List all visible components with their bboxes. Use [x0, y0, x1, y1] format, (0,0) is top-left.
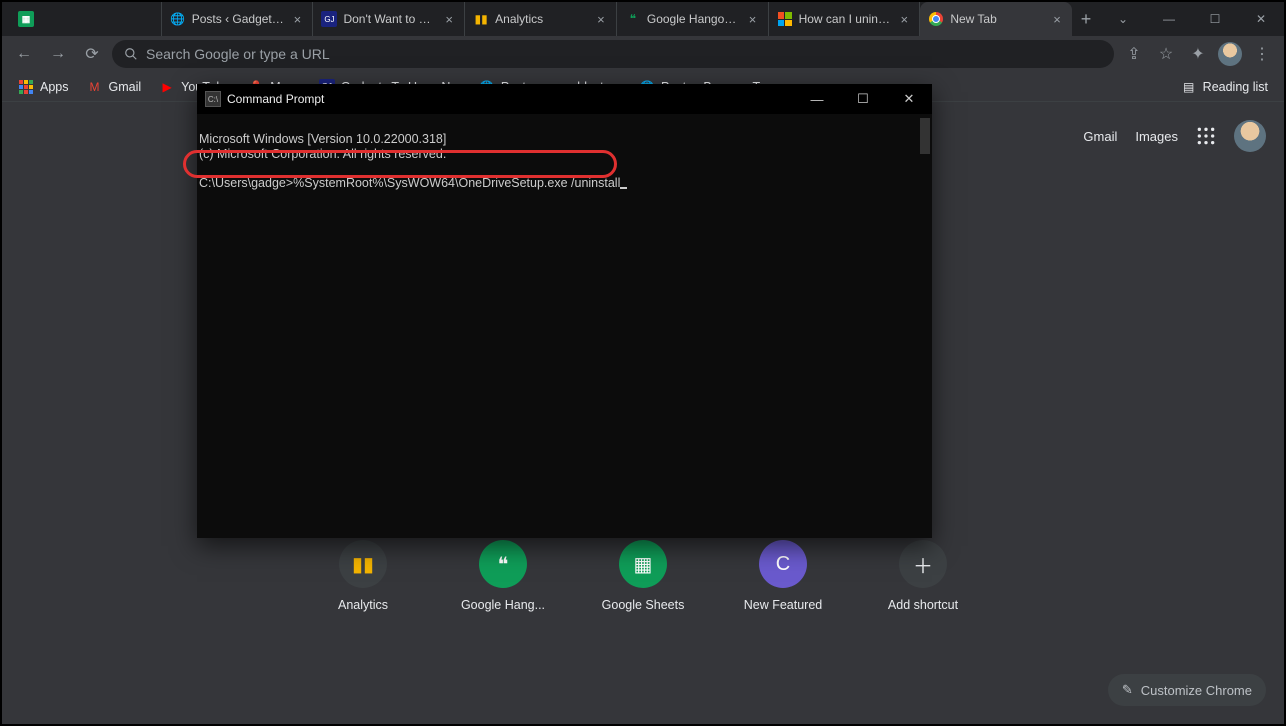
shortcut-label: Analytics	[338, 598, 388, 612]
cmd-close-button[interactable]: ✕	[886, 84, 932, 114]
pencil-icon: ✎	[1122, 682, 1133, 698]
reload-button[interactable]: ⟳	[78, 40, 106, 68]
back-button[interactable]: ←	[10, 40, 38, 68]
tab-title: Google Hangouts	[647, 12, 740, 26]
tab-title: Don't Want to See YouTu	[343, 12, 436, 26]
bookmark-label: Apps	[40, 80, 69, 94]
cmd-scrollbar[interactable]	[920, 118, 930, 154]
chrome-icon	[928, 11, 944, 27]
reading-list[interactable]: ▤ Reading list	[1173, 75, 1276, 99]
annotation-highlight	[183, 150, 617, 178]
google-apps-icon[interactable]	[1196, 126, 1216, 146]
cmd-minimize-button[interactable]: ―	[794, 84, 840, 114]
shortcut-label: Google Sheets	[602, 598, 685, 612]
gtu-icon: GJ	[321, 11, 337, 27]
tab-title: Posts ‹ Gadgets To Use —	[192, 12, 285, 26]
tab-title: New Tab	[950, 12, 1044, 26]
extensions-icon[interactable]: ✦	[1184, 40, 1212, 68]
share-icon[interactable]: ⇪	[1120, 40, 1148, 68]
tab-analytics[interactable]: ▮▮ Analytics ×	[465, 2, 617, 36]
bookmark-gmail[interactable]: M Gmail	[79, 75, 150, 99]
circle-icon: C	[759, 540, 807, 588]
youtube-icon: ▶	[159, 79, 175, 95]
tab-close-icon[interactable]: ×	[746, 12, 760, 26]
hangouts-icon: ❝	[625, 11, 641, 27]
gmail-icon: M	[87, 79, 103, 95]
profile-avatar[interactable]	[1216, 40, 1244, 68]
analytics-icon: ▮▮	[339, 540, 387, 588]
tab-new-tab[interactable]: New Tab ×	[920, 2, 1072, 36]
account-avatar[interactable]	[1234, 120, 1266, 152]
shortcut-analytics[interactable]: ▮▮ Analytics	[317, 540, 409, 612]
search-icon	[124, 47, 138, 61]
tab-hangouts[interactable]: ❝ Google Hangouts ×	[617, 2, 769, 36]
customize-label: Customize Chrome	[1141, 683, 1252, 698]
globe-icon: 🌐	[170, 11, 186, 27]
cmd-body[interactable]: Microsoft Windows [Version 10.0.22000.31…	[197, 114, 932, 538]
tab-posts-gtu[interactable]: 🌐 Posts ‹ Gadgets To Use — ×	[162, 2, 314, 36]
cmd-title: Command Prompt	[227, 92, 324, 106]
omnibox-placeholder: Search Google or type a URL	[146, 46, 330, 62]
forward-button[interactable]: →	[44, 40, 72, 68]
tab-close-icon[interactable]: ×	[897, 12, 911, 26]
tab-sheets[interactable]: ▦	[10, 2, 162, 36]
hangouts-icon: ❝	[479, 540, 527, 588]
ntp-top-right: Gmail Images	[1083, 120, 1266, 152]
cmd-line: Microsoft Windows [Version 10.0.22000.31…	[199, 132, 446, 146]
shortcut-hangouts[interactable]: ❝ Google Hang...	[457, 540, 549, 612]
tab-youtube-article[interactable]: GJ Don't Want to See YouTu ×	[313, 2, 465, 36]
tab-close-icon[interactable]: ×	[290, 12, 304, 26]
cmd-titlebar[interactable]: C:\ Command Prompt ― ☐ ✕	[197, 84, 932, 114]
images-link[interactable]: Images	[1135, 129, 1178, 144]
omnibox[interactable]: Search Google or type a URL	[112, 40, 1114, 68]
chrome-chevron-down-icon[interactable]: ⌄	[1100, 2, 1146, 36]
tab-close-icon[interactable]: ×	[594, 12, 608, 26]
bookmark-apps[interactable]: Apps	[10, 75, 77, 99]
tab-title: How can I uninstall OneD	[799, 12, 892, 26]
command-prompt-window: C:\ Command Prompt ― ☐ ✕ Microsoft Windo…	[197, 84, 932, 538]
tab-onedrive-uninstall[interactable]: How can I uninstall OneD ×	[769, 2, 921, 36]
bookmark-star-icon[interactable]: ☆	[1152, 40, 1180, 68]
cursor-icon	[620, 187, 627, 189]
tab-close-icon[interactable]: ×	[1050, 12, 1064, 26]
cmd-command: %SystemRoot%\SysWOW64\OneDriveSetup.exe …	[293, 176, 620, 190]
reading-list-icon: ▤	[1181, 79, 1197, 95]
chrome-minimize-button[interactable]: ―	[1146, 2, 1192, 36]
chrome-window-controls: ⌄ ― ☐ ✕	[1100, 2, 1284, 36]
microsoft-icon	[777, 11, 793, 27]
sheets-icon: ▦	[619, 540, 667, 588]
ntp-shortcuts: ▮▮ Analytics ❝ Google Hang... ▦ Google S…	[317, 540, 969, 612]
shortcut-label: Google Hang...	[461, 598, 545, 612]
tab-title: Analytics	[495, 12, 588, 26]
bookmark-label: Gmail	[109, 80, 142, 94]
shortcut-label: New Featured	[744, 598, 823, 612]
tab-close-icon[interactable]: ×	[442, 12, 456, 26]
cmd-maximize-button[interactable]: ☐	[840, 84, 886, 114]
apps-icon	[18, 79, 34, 95]
cmd-icon: C:\	[205, 91, 221, 107]
plus-icon: ＋	[899, 540, 947, 588]
chrome-maximize-button[interactable]: ☐	[1192, 2, 1238, 36]
chrome-close-button[interactable]: ✕	[1238, 2, 1284, 36]
bookmark-label: Reading list	[1203, 80, 1268, 94]
shortcut-new-featured[interactable]: C New Featured	[737, 540, 829, 612]
shortcut-label: Add shortcut	[888, 598, 958, 612]
customize-chrome-button[interactable]: ✎ Customize Chrome	[1108, 674, 1266, 706]
cmd-prompt: C:\Users\gadge>	[199, 176, 293, 190]
chrome-tab-strip: ▦ 🌐 Posts ‹ Gadgets To Use — × GJ Don't …	[2, 2, 1284, 36]
new-tab-button[interactable]: +	[1072, 2, 1100, 36]
shortcut-add[interactable]: ＋ Add shortcut	[877, 540, 969, 612]
sheets-icon: ▦	[18, 11, 34, 27]
analytics-icon: ▮▮	[473, 11, 489, 27]
shortcut-sheets[interactable]: ▦ Google Sheets	[597, 540, 689, 612]
chrome-menu-icon[interactable]: ⋮	[1248, 40, 1276, 68]
gmail-link[interactable]: Gmail	[1083, 129, 1117, 144]
chrome-toolbar: ← → ⟳ Search Google or type a URL ⇪ ☆ ✦ …	[2, 36, 1284, 72]
